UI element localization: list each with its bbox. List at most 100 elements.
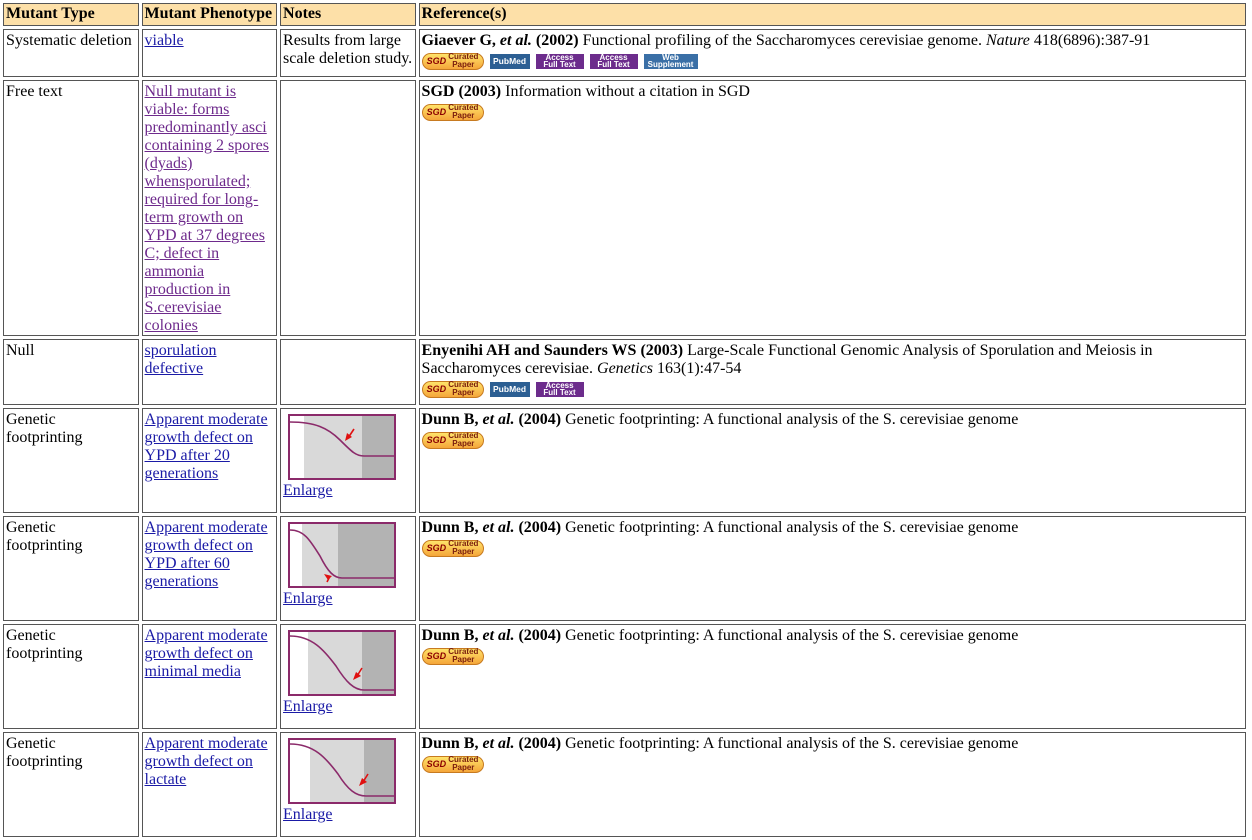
header-mutant-phenotype: Mutant Phenotype [141, 3, 278, 26]
notes-cell: Enlarge [280, 408, 416, 513]
sgd-curated-paper-badge[interactable]: SGD Curated Paper [421, 539, 484, 557]
reference-title: Information without a citation in SGD [501, 83, 750, 100]
phenotype-cell: Null mutant is viable: forms predominant… [141, 80, 278, 336]
reference-badges: SGD Curated Paper [421, 102, 1243, 122]
reference-cell: Enyenihi AH and Saunders WS (2003) Large… [418, 339, 1246, 405]
reference-cell: Dunn B, et al. (2004) Genetic footprinti… [418, 516, 1246, 621]
reference-citation: Dunn B, et al. (2004) Genetic footprinti… [422, 627, 1243, 645]
reference-cell: Dunn B, et al. (2004) Genetic footprinti… [418, 408, 1246, 513]
phenotype-link[interactable]: Apparent moderate growth defect on minim… [145, 627, 268, 680]
sgd-curated-paper-badge[interactable]: SGD Curated Paper [421, 380, 484, 398]
reference-citation: Dunn B, et al. (2004) Genetic footprinti… [422, 735, 1243, 753]
notes-cell [280, 339, 416, 405]
sgd-curated-paper-badge[interactable]: SGD Curated Paper [421, 103, 484, 121]
sgd-curated-paper-badge[interactable]: SGD Curated Paper [421, 647, 484, 665]
reference-etal: et al. [482, 411, 515, 428]
reference-badges: SGD Curated Paper PubMed Access Full Text [421, 379, 1243, 399]
reference-badges: SGD Curated Paper [421, 646, 1243, 666]
pubmed-badge[interactable]: PubMed [489, 53, 530, 69]
table-row: Genetic footprinting Apparent moderate g… [3, 516, 1246, 621]
phenotype-cell: Apparent moderate growth defect on YPD a… [141, 408, 278, 513]
sgd-curated-paper-badge[interactable]: SGD Curated Paper [421, 52, 484, 70]
notes-cell: Enlarge [280, 624, 416, 729]
reference-title: Genetic footprinting: A functional analy… [561, 735, 1019, 752]
phenotype-link[interactable]: Apparent moderate growth defect on lacta… [145, 735, 268, 788]
mutant-type: Free text [3, 80, 139, 336]
phenotype-link[interactable]: viable [145, 32, 184, 49]
phenotype-link[interactable]: Null mutant is viable: forms predominant… [145, 83, 269, 334]
notes-cell [280, 80, 416, 336]
footprint-graph-thumbnail[interactable] [288, 522, 397, 588]
enlarge-link[interactable]: Enlarge [283, 590, 413, 608]
enlarge-link[interactable]: Enlarge [283, 806, 413, 824]
notes-cell: Results from large scale deletion study. [280, 29, 416, 77]
web-supplement-badge[interactable]: Web Supplement [643, 53, 698, 69]
reference-year: (2004) [514, 627, 562, 644]
sgd-curated-paper-badge[interactable]: SGD Curated Paper [421, 431, 484, 449]
phenotype-cell: Apparent moderate growth defect on lacta… [141, 732, 278, 837]
phenotype-cell: viable [141, 29, 278, 77]
table-row: Genetic footprinting Apparent moderate g… [3, 624, 1246, 729]
reference-etal: et al. [482, 627, 515, 644]
table-row: Free text Null mutant is viable: forms p… [3, 80, 1246, 336]
header-notes: Notes [280, 3, 416, 26]
notes-cell: Enlarge [280, 732, 416, 837]
reference-authors: Enyenihi AH and Saunders WS (2003) [421, 342, 684, 359]
reference-cite: 418(6896):387-91 [1029, 32, 1151, 49]
reference-authors: SGD (2003) [421, 83, 502, 100]
reference-cite: 163(1):47-54 [653, 360, 742, 377]
access-full-text-badge[interactable]: Access Full Text [535, 381, 584, 397]
reference-cell: Giaever G, et al. (2002) Functional prof… [418, 29, 1246, 77]
reference-cell: Dunn B, et al. (2004) Genetic footprinti… [418, 624, 1246, 729]
phenotype-cell: sporulation defective [141, 339, 278, 405]
mutant-type: Genetic footprinting [3, 624, 139, 729]
reference-authors: Dunn B, [421, 735, 483, 752]
mutant-type: Null [3, 339, 139, 405]
footprint-graph-thumbnail[interactable] [288, 414, 397, 480]
reference-etal: et al. [499, 32, 532, 49]
phenotype-link[interactable]: Apparent moderate growth defect on YPD a… [145, 519, 268, 590]
reference-badges: SGD Curated Paper [421, 538, 1243, 558]
reference-citation: Giaever G, et al. (2002) Functional prof… [422, 32, 1243, 50]
reference-citation: Enyenihi AH and Saunders WS (2003) Large… [422, 342, 1243, 378]
phenotype-link[interactable]: sporulation defective [145, 342, 217, 377]
reference-etal: et al. [482, 735, 515, 752]
phenotype-table: Mutant Type Mutant Phenotype Notes Refer… [0, 0, 1249, 840]
enlarge-link[interactable]: Enlarge [283, 698, 413, 716]
reference-etal: et al. [482, 519, 515, 536]
enlarge-link[interactable]: Enlarge [283, 482, 413, 500]
phenotype-cell: Apparent moderate growth defect on minim… [141, 624, 278, 729]
reference-year: (2004) [514, 735, 562, 752]
reference-authors: Dunn B, [421, 627, 483, 644]
footprint-graph-thumbnail[interactable] [288, 630, 397, 696]
access-full-text-badge[interactable]: Access Full Text [535, 53, 584, 69]
table-row: Genetic footprinting Apparent moderate g… [3, 732, 1246, 837]
reference-title: Functional profiling of the Saccharomyce… [578, 32, 986, 49]
footprint-graph-thumbnail[interactable] [288, 738, 397, 804]
reference-authors: Giaever G, [421, 32, 500, 49]
phenotype-link[interactable]: Apparent moderate growth defect on YPD a… [145, 411, 268, 482]
reference-cell: Dunn B, et al. (2004) Genetic footprinti… [418, 732, 1246, 837]
pubmed-badge[interactable]: PubMed [489, 381, 530, 397]
reference-journal: Genetics [597, 360, 653, 377]
reference-badges: SGD Curated Paper [421, 430, 1243, 450]
reference-badges: SGD Curated Paper [421, 754, 1243, 774]
reference-authors: Dunn B, [421, 411, 483, 428]
mutant-type: Genetic footprinting [3, 516, 139, 621]
reference-title: Genetic footprinting: A functional analy… [561, 411, 1019, 428]
header-mutant-type: Mutant Type [3, 3, 139, 26]
table-row: Null sporulation defective Enyenihi AH a… [3, 339, 1246, 405]
reference-citation: SGD (2003) Information without a citatio… [422, 83, 1243, 101]
mutant-type: Genetic footprinting [3, 732, 139, 837]
reference-title: Genetic footprinting: A functional analy… [561, 519, 1019, 536]
table-row: Genetic footprinting Apparent moderate g… [3, 408, 1246, 513]
table-header-row: Mutant Type Mutant Phenotype Notes Refer… [3, 3, 1246, 26]
header-references: Reference(s) [418, 3, 1246, 26]
reference-authors: Dunn B, [421, 519, 483, 536]
access-full-text-badge[interactable]: Access Full Text [589, 53, 638, 69]
reference-citation: Dunn B, et al. (2004) Genetic footprinti… [422, 411, 1243, 429]
notes-cell: Enlarge [280, 516, 416, 621]
mutant-type: Systematic deletion [3, 29, 139, 77]
reference-badges: SGD Curated Paper PubMed Access Full Text A… [421, 51, 1243, 71]
sgd-curated-paper-badge[interactable]: SGD Curated Paper [421, 755, 484, 773]
